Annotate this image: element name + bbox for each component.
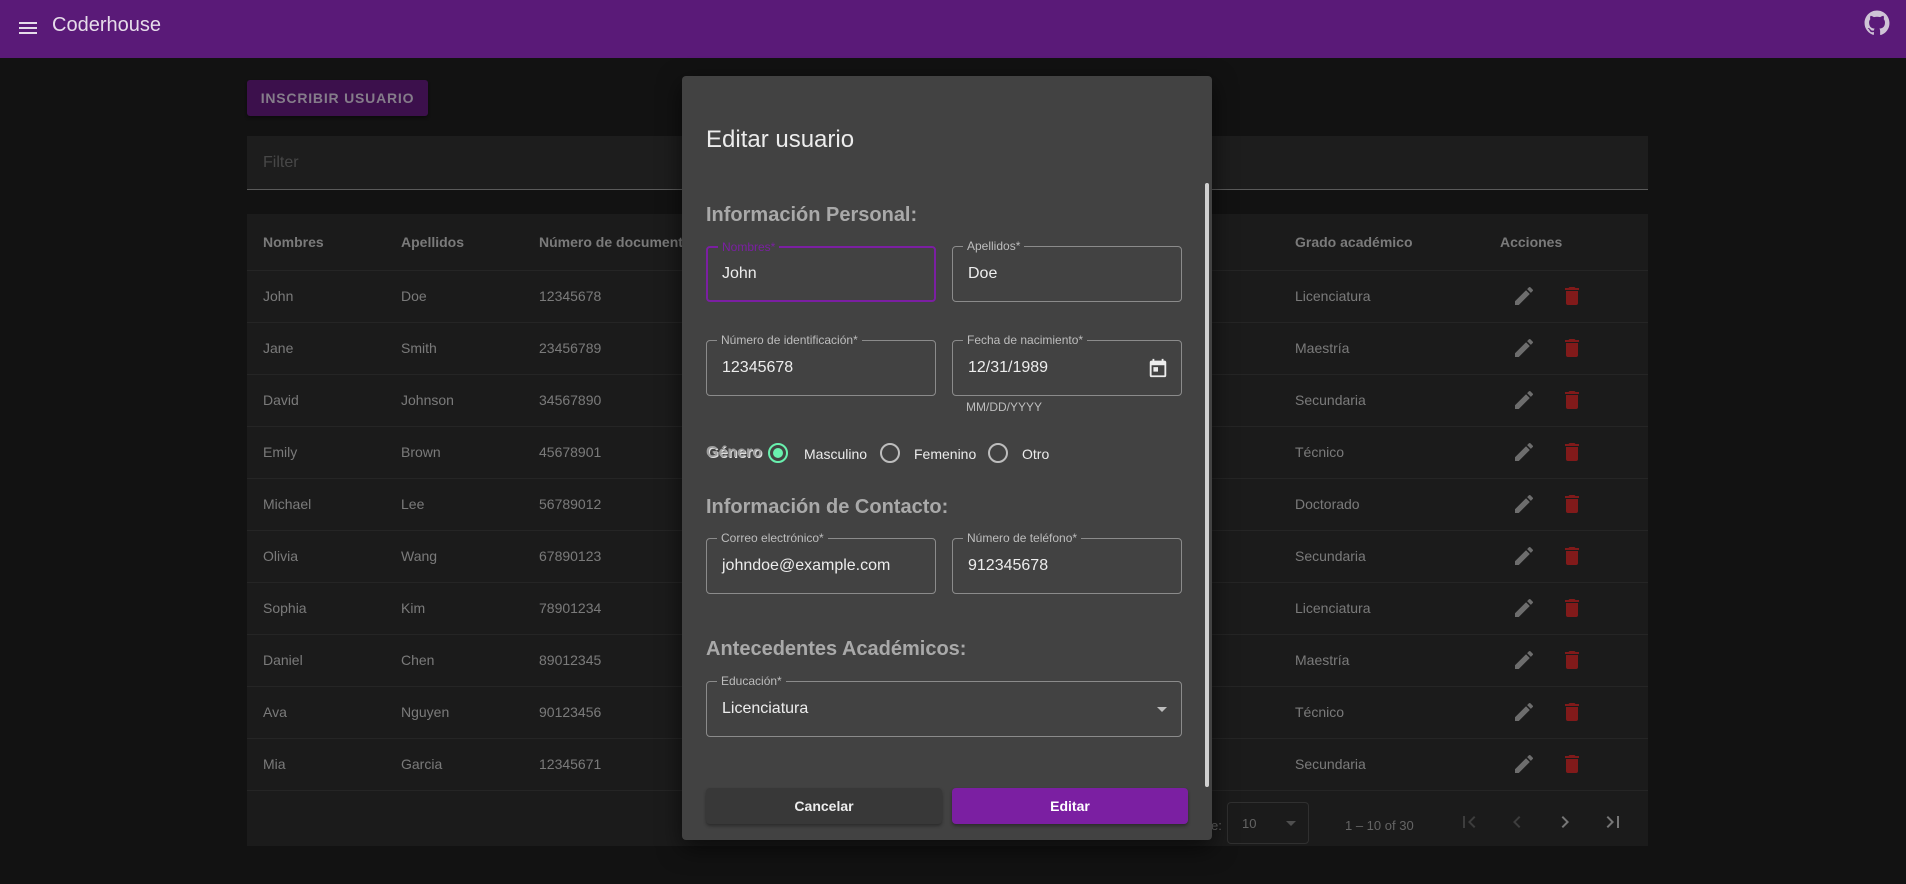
edit-user-dialog: Editar usuario Información Personal: Nom…	[682, 76, 1212, 840]
apellidos-field[interactable]: Apellidos* Doe	[952, 239, 1182, 302]
telefono-field[interactable]: Número de teléfono* 912345678	[952, 531, 1182, 594]
dialog-scrollbar[interactable]	[1205, 183, 1209, 787]
github-icon[interactable]	[1864, 10, 1890, 36]
section-contact: Información de Contacto:	[706, 496, 949, 518]
nacimiento-value: 12/31/1989	[968, 359, 1049, 376]
menu-icon[interactable]	[16, 16, 40, 40]
dialog-title: Editar usuario	[706, 126, 855, 153]
identificacion-field[interactable]: Número de identificación* 12345678	[706, 333, 936, 396]
section-personal: Información Personal:	[706, 204, 918, 226]
identificacion-value: 12345678	[722, 359, 794, 376]
date-format-hint: MM/DD/YYYY	[966, 400, 1043, 414]
telefono-value: 912345678	[968, 557, 1049, 574]
radio-masculino-label[interactable]: Masculino	[804, 446, 867, 462]
correo-field[interactable]: Correo electrónico* johndoe@example.com	[706, 531, 936, 594]
radio-masculino[interactable]	[768, 443, 788, 463]
app-title: Coderhouse	[52, 14, 161, 36]
nombres-label: Nombres*	[718, 240, 780, 254]
radio-otro[interactable]	[988, 443, 1008, 463]
nacimiento-label: Fecha de nacimiento*	[963, 333, 1088, 347]
apellidos-value: Doe	[968, 265, 998, 282]
correo-label: Correo electrónico*	[717, 531, 828, 545]
nacimiento-field[interactable]: Fecha de nacimiento* 12/31/1989	[952, 333, 1182, 396]
edit-button[interactable]: Editar	[952, 788, 1188, 824]
calendar-icon[interactable]	[1147, 357, 1169, 379]
nombres-value: John	[722, 265, 757, 282]
telefono-label: Número de teléfono*	[963, 531, 1082, 545]
identificacion-label: Número de identificación*	[717, 333, 862, 347]
correo-value: johndoe@example.com	[722, 557, 891, 574]
gender-label: Género	[706, 444, 763, 461]
radio-otro-label[interactable]: Otro	[1022, 446, 1049, 462]
educacion-value: Licenciatura	[722, 700, 809, 717]
chevron-down-icon	[1157, 707, 1167, 712]
educacion-label: Educación*	[717, 674, 786, 688]
apellidos-label: Apellidos*	[963, 239, 1025, 253]
radio-femenino[interactable]	[880, 443, 900, 463]
app-toolbar: Coderhouse	[0, 0, 1906, 58]
section-academic: Antecedentes Académicos:	[706, 638, 967, 660]
radio-femenino-label[interactable]: Femenino	[914, 446, 976, 462]
cancel-button[interactable]: Cancelar	[706, 788, 942, 824]
nombres-field[interactable]: Nombres* John	[706, 240, 936, 302]
educacion-select[interactable]: Educación* Licenciatura	[706, 674, 1182, 737]
